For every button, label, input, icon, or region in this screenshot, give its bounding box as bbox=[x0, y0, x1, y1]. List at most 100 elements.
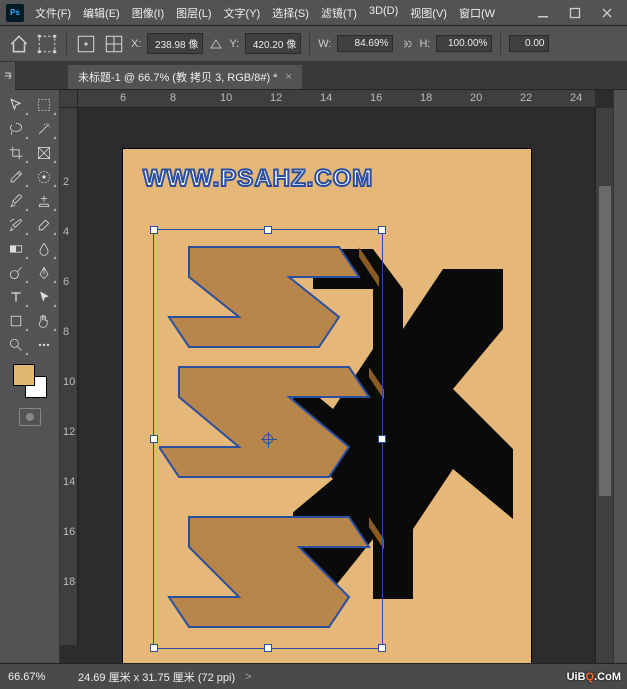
maximize-button[interactable] bbox=[561, 3, 589, 23]
scrollbar-vertical[interactable] bbox=[595, 108, 613, 663]
ruler-horizontal[interactable]: 6 8 10 12 14 16 18 20 22 24 bbox=[78, 90, 595, 108]
type-tool[interactable] bbox=[3, 286, 29, 308]
y-value-input[interactable]: 420.20 像 bbox=[245, 33, 301, 54]
ruler-tick: 14 bbox=[63, 476, 75, 488]
w-value-input[interactable]: 84.69% bbox=[337, 35, 393, 52]
marquee-tool[interactable] bbox=[31, 94, 57, 116]
transform-handle-tr[interactable] bbox=[378, 226, 386, 234]
menu-layer[interactable]: 图层(L) bbox=[171, 2, 216, 24]
quick-mask-toggle[interactable] bbox=[19, 408, 41, 426]
transform-handle-ml[interactable] bbox=[150, 435, 158, 443]
path-select-tool[interactable] bbox=[31, 286, 57, 308]
y-label: Y: bbox=[229, 38, 239, 50]
ruler-tick: 16 bbox=[63, 526, 75, 538]
eraser-tool[interactable] bbox=[31, 214, 57, 236]
brush-tool[interactable] bbox=[3, 190, 29, 212]
angle-value-input[interactable]: 0.00 bbox=[509, 35, 549, 52]
ruler-tick: 18 bbox=[420, 92, 432, 104]
ruler-vertical[interactable]: 2 4 6 8 10 12 14 16 18 bbox=[60, 108, 78, 645]
document-tab[interactable]: 未标题-1 @ 66.7% (教 拷贝 3, RGB/8#) * × bbox=[68, 65, 302, 89]
eyedropper-tool[interactable] bbox=[3, 166, 29, 188]
status-menu-caret-icon[interactable]: > bbox=[245, 671, 251, 683]
ruler-tick: 6 bbox=[120, 92, 126, 104]
clone-stamp-tool[interactable] bbox=[31, 190, 57, 212]
minimize-button[interactable] bbox=[529, 3, 557, 23]
canvas-area: 6 8 10 12 14 16 18 20 22 24 2 4 6 8 10 1… bbox=[60, 90, 613, 663]
menu-window[interactable]: 窗口(W bbox=[454, 2, 500, 24]
foreground-color-swatch[interactable] bbox=[13, 364, 35, 386]
ruler-tick: 4 bbox=[63, 226, 69, 238]
artboard[interactable]: WWW.PSAHZ.COM bbox=[122, 148, 532, 663]
pen-tool[interactable] bbox=[31, 262, 57, 284]
window-controls bbox=[529, 3, 621, 23]
x-value-input[interactable]: 238.98 像 bbox=[147, 33, 203, 54]
transform-handle-tm[interactable] bbox=[264, 226, 272, 234]
h-label: H: bbox=[419, 38, 430, 50]
x-label: X: bbox=[131, 38, 141, 50]
status-bar: 66.67% 24.69 厘米 x 31.75 厘米 (72 ppi) > bbox=[0, 663, 627, 689]
move-tool[interactable] bbox=[3, 94, 29, 116]
ruler-tick: 22 bbox=[520, 92, 532, 104]
toolbox bbox=[0, 90, 60, 663]
ruler-tick: 10 bbox=[220, 92, 232, 104]
viewport[interactable]: WWW.PSAHZ.COM bbox=[78, 108, 595, 663]
menu-view[interactable]: 视图(V) bbox=[405, 2, 452, 24]
ruler-tick: 16 bbox=[370, 92, 382, 104]
frame-tool[interactable] bbox=[31, 142, 57, 164]
reference-point-icon[interactable] bbox=[75, 33, 97, 55]
shape-tool[interactable] bbox=[3, 310, 29, 332]
close-button[interactable] bbox=[593, 3, 621, 23]
home-icon[interactable] bbox=[8, 33, 30, 55]
main-area: 6 8 10 12 14 16 18 20 22 24 2 4 6 8 10 1… bbox=[0, 90, 627, 663]
blur-tool[interactable] bbox=[31, 238, 57, 260]
transform-handle-tl[interactable] bbox=[150, 226, 158, 234]
lasso-tool[interactable] bbox=[3, 118, 29, 140]
glyph-extrude-shape bbox=[159, 237, 384, 647]
menu-3d[interactable]: 3D(D) bbox=[364, 2, 403, 24]
separator bbox=[66, 33, 67, 55]
ruler-origin[interactable] bbox=[60, 90, 78, 108]
edit-toolbar-icon[interactable] bbox=[31, 334, 57, 356]
history-brush-tool[interactable] bbox=[3, 214, 29, 236]
color-swatches[interactable] bbox=[13, 364, 47, 398]
zoom-tool[interactable] bbox=[3, 334, 29, 356]
ruler-tick: 8 bbox=[63, 326, 69, 338]
scrollbar-thumb[interactable] bbox=[599, 186, 611, 496]
separator bbox=[500, 33, 501, 55]
close-icon[interactable]: × bbox=[285, 71, 291, 83]
status-zoom[interactable]: 66.67% bbox=[8, 671, 68, 683]
transform-icon[interactable] bbox=[36, 33, 58, 55]
menubar: Ps 文件(F) 编辑(E) 图像(I) 图层(L) 文字(Y) 选择(S) 滤… bbox=[0, 0, 627, 26]
menu-file[interactable]: 文件(F) bbox=[30, 2, 76, 24]
menu-type[interactable]: 文字(Y) bbox=[219, 2, 266, 24]
menu: 文件(F) 编辑(E) 图像(I) 图层(L) 文字(Y) 选择(S) 滤镜(T… bbox=[30, 2, 529, 24]
gradient-tool[interactable] bbox=[3, 238, 29, 260]
menu-edit[interactable]: 编辑(E) bbox=[78, 2, 125, 24]
h-value-input[interactable]: 100.00% bbox=[436, 35, 492, 52]
status-dimensions[interactable]: 24.69 厘米 x 31.75 厘米 (72 ppi) bbox=[78, 669, 235, 685]
options-bar: X: 238.98 像 Y: 420.20 像 W: 84.69% H: 100… bbox=[0, 26, 627, 62]
document-tabs: 未标题-1 @ 66.7% (教 拷贝 3, RGB/8#) * × bbox=[0, 62, 627, 90]
link-icon[interactable] bbox=[399, 37, 413, 51]
ruler-tick: 20 bbox=[470, 92, 482, 104]
panel-dock-collapsed[interactable] bbox=[613, 90, 627, 663]
transform-handle-bl[interactable] bbox=[150, 644, 158, 652]
menu-select[interactable]: 选择(S) bbox=[267, 2, 314, 24]
hand-tool[interactable] bbox=[31, 310, 57, 332]
separator bbox=[309, 33, 310, 55]
document-tab-title: 未标题-1 @ 66.7% (教 拷贝 3, RGB/8#) * bbox=[78, 69, 277, 85]
ruler-tick: 24 bbox=[570, 92, 582, 104]
healing-tool[interactable] bbox=[31, 166, 57, 188]
ruler-tick: 6 bbox=[63, 276, 69, 288]
menu-image[interactable]: 图像(I) bbox=[127, 2, 169, 24]
ruler-tick: 12 bbox=[270, 92, 282, 104]
magic-wand-tool[interactable] bbox=[31, 118, 57, 140]
dodge-tool[interactable] bbox=[3, 262, 29, 284]
reference-grid-icon[interactable] bbox=[103, 33, 125, 55]
ruler-tick: 2 bbox=[63, 176, 69, 188]
menu-filter[interactable]: 滤镜(T) bbox=[316, 2, 362, 24]
triangle-icon[interactable] bbox=[209, 37, 223, 51]
tabstrip-collapse-icon[interactable] bbox=[0, 62, 16, 90]
crop-tool[interactable] bbox=[3, 142, 29, 164]
ruler-tick: 14 bbox=[320, 92, 332, 104]
